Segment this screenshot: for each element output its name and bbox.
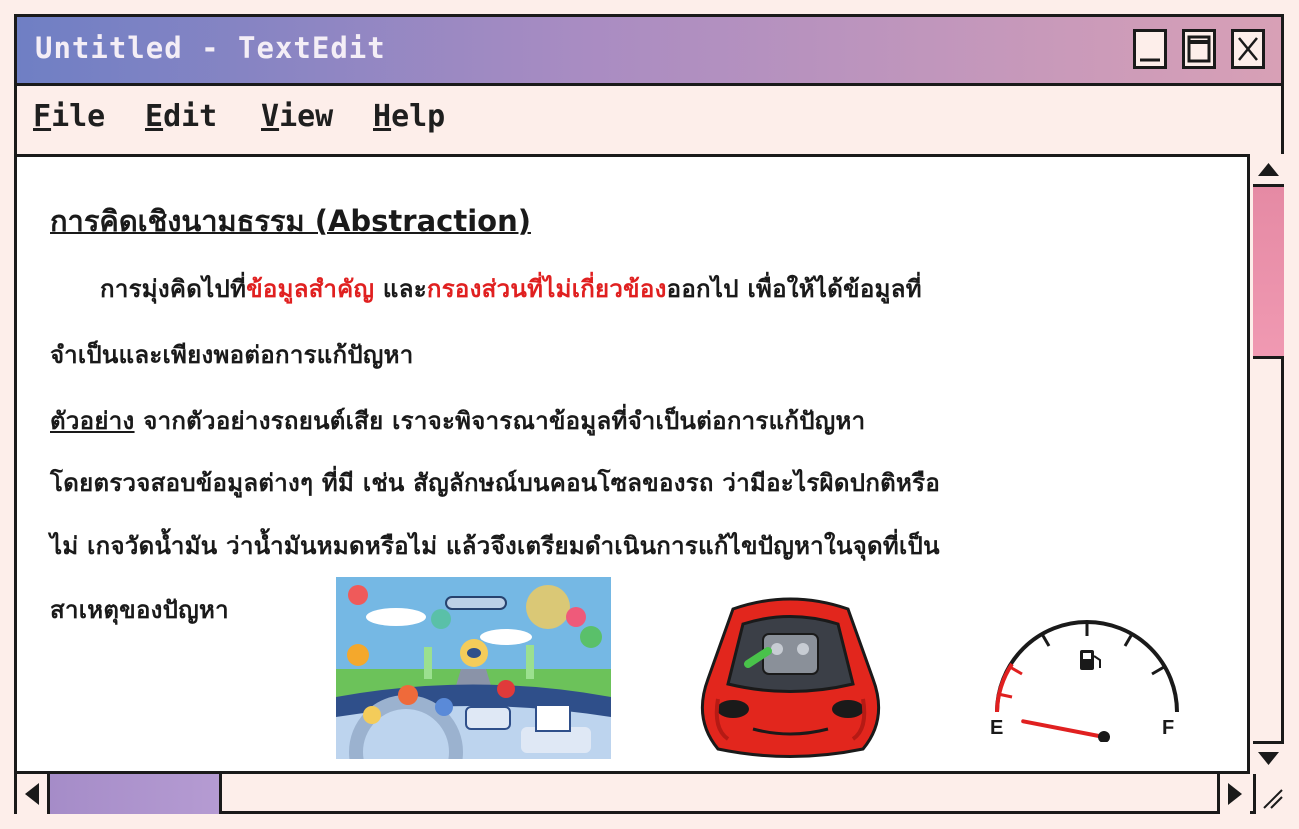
- menu-edit-mnemonic: E: [145, 99, 164, 134]
- gauge-needle: [1021, 719, 1106, 739]
- maximize-icon: [1187, 35, 1211, 63]
- horizontal-scrollbar[interactable]: [17, 774, 1250, 814]
- arrow-down-icon: [1258, 752, 1279, 765]
- arrow-right-icon: [1228, 783, 1242, 805]
- arrow-left-icon: [25, 783, 39, 805]
- menu-view-label: iew: [279, 99, 334, 134]
- resize-grip[interactable]: [1253, 774, 1284, 814]
- horizontal-scroll-thumb[interactable]: [50, 774, 222, 814]
- title-bar[interactable]: Untitled - TextEdit: [17, 17, 1281, 86]
- text-run: ออกไป เพื่อให้ได้ข้อมูลที่: [666, 275, 922, 303]
- resize-grip-icon: [1263, 789, 1283, 809]
- paragraph-line-1: การมุ่งคิดไปที่ข้อมูลสำคัญ และกรองส่วนที…: [100, 269, 922, 308]
- minimize-icon: [1140, 58, 1160, 62]
- gauge-empty-label: E: [990, 717, 1004, 739]
- scroll-up-button[interactable]: [1253, 154, 1284, 187]
- scroll-right-button[interactable]: [1217, 774, 1250, 814]
- paragraph-line-6: สาเหตุของปัญหา: [50, 596, 229, 624]
- paragraph-line-5: ไม่ เกจวัดน้ำมัน ว่าน้ำมันหมดหรือไม่ แล้…: [50, 532, 940, 560]
- arrow-up-icon: [1258, 163, 1279, 176]
- maximize-button[interactable]: [1182, 29, 1216, 69]
- highlight-filter-irrelevant: กรองส่วนที่ไม่เกี่ยวข้อง: [426, 275, 667, 303]
- menu-view[interactable]: View: [261, 99, 333, 134]
- paragraph-line-3: ตัวอย่าง จากตัวอย่างรถยนต์เสีย เราจะพิจา…: [50, 401, 865, 440]
- scroll-down-button[interactable]: [1253, 741, 1284, 774]
- minimize-button[interactable]: [1133, 29, 1167, 69]
- document-heading: การคิดเชิงนามธรรม (Abstraction): [50, 204, 531, 238]
- vertical-scrollbar[interactable]: [1253, 154, 1284, 774]
- paragraph-line-4: โดยตรวจสอบข้อมูลต่างๆ ที่มี เช่น สัญลักษ…: [50, 469, 941, 497]
- menu-edit[interactable]: Edit: [145, 99, 217, 134]
- menu-help[interactable]: Help: [373, 99, 445, 134]
- window-title: Untitled - TextEdit: [35, 31, 386, 65]
- highlight-important-data: ข้อมูลสำคัญ: [246, 275, 375, 303]
- text-run: จากตัวอย่างรถยนต์เสีย เราจะพิจารณาข้อมูล…: [134, 407, 866, 435]
- menu-file-label: ile: [51, 99, 106, 134]
- close-button[interactable]: [1231, 29, 1265, 69]
- text-run: และ: [374, 275, 427, 303]
- scroll-left-button[interactable]: [17, 774, 50, 814]
- example-label: ตัวอย่าง: [50, 407, 135, 435]
- menu-edit-label: dit: [163, 99, 218, 134]
- document-area[interactable]: การคิดเชิงนามธรรม (Abstraction) การมุ่งค…: [17, 154, 1250, 774]
- vertical-scroll-thumb[interactable]: [1253, 187, 1284, 359]
- menu-file-mnemonic: F: [33, 99, 52, 134]
- close-icon: [1238, 37, 1258, 61]
- menu-help-mnemonic: H: [373, 99, 392, 134]
- gauge-full-label: F: [1162, 717, 1175, 739]
- menu-view-mnemonic: V: [261, 99, 280, 134]
- car-dashboard-illustration: [336, 577, 611, 759]
- menu-bar: File Edit View Help: [17, 86, 1281, 154]
- paragraph-line-2: จำเป็นและเพียงพอต่อการแก้ปัญหา: [50, 341, 414, 369]
- fuel-gauge: [995, 620, 1179, 742]
- text-edit-window: Untitled - TextEdit File Edit View Help …: [14, 14, 1284, 814]
- menu-file[interactable]: File: [33, 99, 105, 134]
- menu-help-label: elp: [391, 99, 446, 134]
- text-run: การมุ่งคิดไปที่: [100, 275, 247, 303]
- broken-car-engine-illustration: [700, 597, 881, 758]
